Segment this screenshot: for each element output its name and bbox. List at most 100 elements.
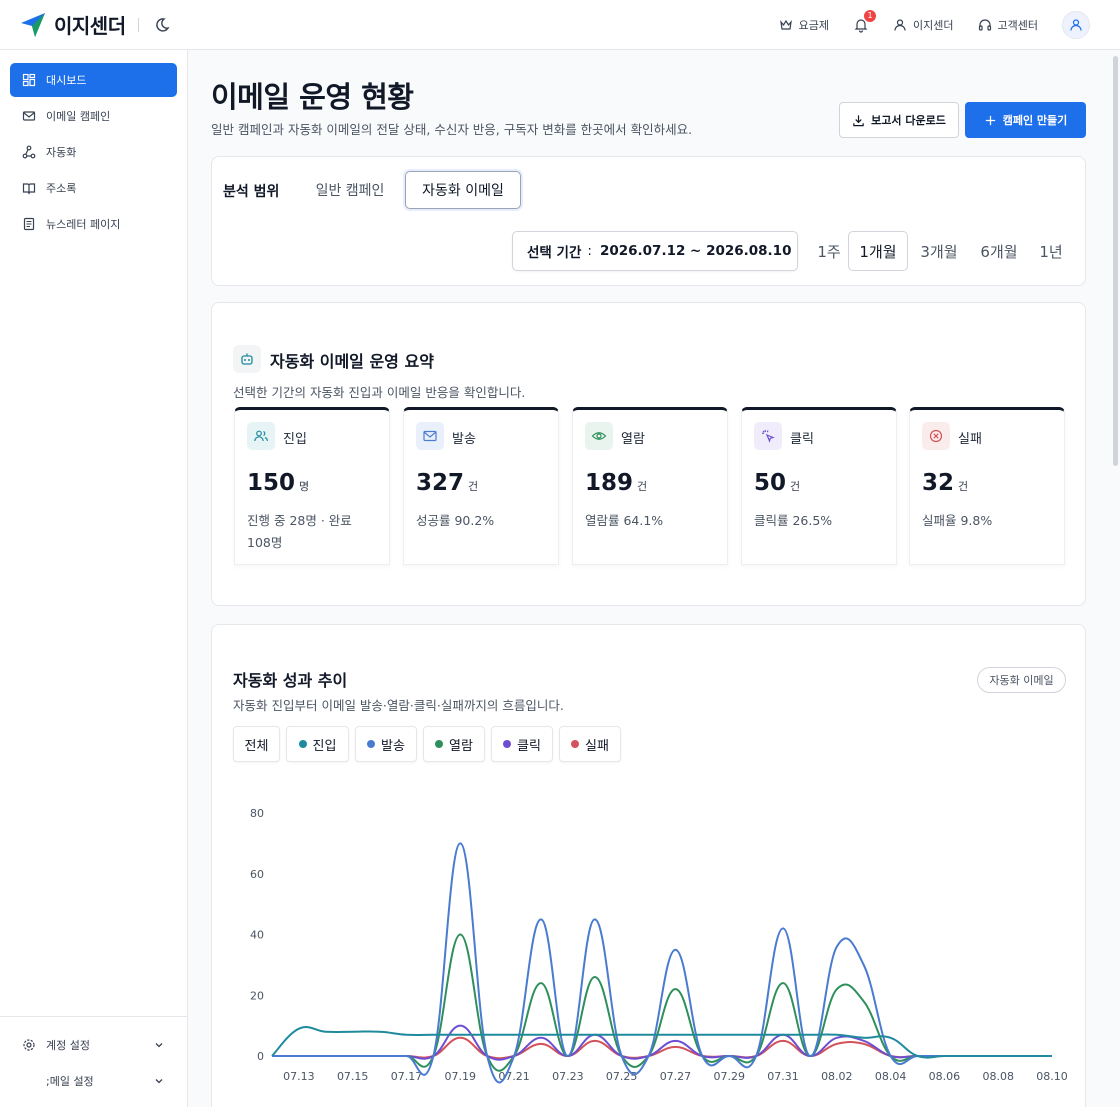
metric-unit: 건 — [468, 480, 479, 493]
divider — [137, 17, 139, 32]
support-link[interactable]: 고객센터 — [978, 17, 1038, 33]
analysis-scope-card: 분석 범위 일반 캠페인 자동화 이메일 선택 기간 : 2026.07.12 … — [211, 156, 1086, 286]
filter-clicked[interactable]: 클릭 — [491, 726, 553, 762]
metric-unit: 건 — [790, 480, 801, 493]
paper-plane-logo-icon — [21, 12, 45, 37]
filter-entry[interactable]: 진입 — [286, 726, 349, 762]
account-label: 이지센더 — [913, 18, 954, 32]
metric-label: 열람 — [621, 432, 645, 447]
trend-title: 자동화 성과 추이 — [233, 671, 348, 690]
legend-dot — [367, 740, 376, 748]
create-campaign-button[interactable]: 캠페인 만들기 — [965, 102, 1086, 138]
sidebar-item-account-settings[interactable]: 계정 설정 — [0, 1027, 187, 1063]
x-tick-label: 07.29 — [713, 1070, 745, 1083]
download-report-label: 보고서 다운로드 — [871, 114, 946, 127]
sidebar-item-address-book[interactable]: 주소록 — [10, 171, 177, 205]
cursor-click-icon — [754, 422, 782, 450]
metric-description: 클릭률 26.5% — [754, 513, 833, 528]
filter-label: 진입 — [312, 738, 337, 754]
filter-all[interactable]: 전체 — [233, 726, 280, 762]
sidebar-item-newsletter[interactable]: 뉴스레터 페이지 — [10, 207, 177, 241]
metric-description: 실패율 9.8% — [922, 513, 993, 528]
filter-label: 클릭 — [517, 738, 541, 754]
metric-number: 150 — [247, 470, 296, 496]
period-picker[interactable]: 선택 기간 : 2026.07.12 ~ 2026.08.10 — [512, 231, 798, 271]
metric-label: 발송 — [452, 432, 476, 447]
x-tick-label: 07.31 — [767, 1070, 799, 1083]
metric-card-opened: 열람 189 건 열람률 64.1% — [572, 407, 728, 565]
period-label: 선택 기간 — [527, 245, 582, 261]
range-6-months[interactable]: 6개월 — [974, 231, 1024, 271]
top-header: 이지센더 요금제 1 이지센더 고객센터 — [0, 0, 1120, 50]
summary-subtitle: 선택한 기간의 자동화 진입과 이메일 반응을 확인합니다. — [233, 385, 526, 400]
sidebar-item-label: 자동화 — [46, 146, 77, 159]
range-3-months[interactable]: 3개월 — [914, 231, 964, 271]
metric-number: 189 — [585, 470, 634, 496]
sidebar-item-email-campaign[interactable]: 이메일 캠페인 — [10, 99, 177, 133]
metric-number: 32 — [922, 470, 955, 496]
metric-label: 실패 — [958, 432, 982, 447]
y-tick-label: 0 — [257, 1050, 264, 1063]
page-title: 이메일 운영 현황 — [211, 80, 414, 114]
sidebar-item-automation[interactable]: 자동화 — [10, 135, 177, 169]
metric-label: 클릭 — [790, 432, 814, 447]
x-tick-label: 07.15 — [337, 1070, 369, 1083]
x-tick-label: 07.27 — [660, 1070, 692, 1083]
download-report-button[interactable]: 보고서 다운로드 — [839, 102, 959, 138]
page-subtitle: 일반 캠페인과 자동화 이메일의 전달 상태, 수신자 반응, 구독자 변화를 … — [211, 122, 693, 137]
metric-value: 50 건 — [754, 470, 800, 496]
sidebar-item-mail-settings[interactable]: ;메일 설정 — [0, 1063, 187, 1099]
page-scrollbar[interactable] — [1110, 50, 1120, 1107]
tab-automation-email[interactable]: 자동화 이메일 — [405, 171, 521, 209]
notification-badge: 1 — [864, 9, 877, 22]
scrollbar-thumb[interactable] — [1113, 56, 1118, 466]
brand-name: 이지센더 — [54, 14, 126, 38]
metric-card-failed: 실패 32 건 실패율 9.8% — [909, 407, 1065, 565]
x-tick-label: 07.17 — [391, 1070, 423, 1083]
account-link[interactable]: 이지센더 — [893, 17, 954, 33]
x-tick-label: 08.04 — [875, 1070, 907, 1083]
pricing-link[interactable]: 요금제 — [779, 17, 829, 33]
user-avatar-icon — [1070, 18, 1082, 31]
sidebar-item-label: 대시보드 — [46, 74, 87, 87]
brand-logo[interactable]: 이지센더 — [20, 10, 126, 39]
trend-line-chart: 02040608007.13 07.15 07.17 07.19 07.21 07.23 0… — [250, 807, 1068, 1084]
filter-failed[interactable]: 실패 — [559, 726, 621, 762]
range-1-year[interactable]: 1년 — [1034, 231, 1068, 271]
chevron-down-icon — [155, 1043, 163, 1048]
mail-icon — [416, 422, 444, 450]
sidebar-item-label: 뉴스레터 페이지 — [46, 218, 121, 231]
pricing-label: 요금제 — [798, 18, 830, 32]
notification-button[interactable]: 1 — [853, 9, 877, 33]
create-campaign-label: 캠페인 만들기 — [1002, 114, 1068, 127]
legend-dot — [571, 740, 580, 748]
metric-value: 32 건 — [922, 470, 968, 496]
sidebar-item-label: ;메일 설정 — [46, 1075, 94, 1088]
tab-general-campaign[interactable]: 일반 캠페인 — [306, 171, 394, 209]
avatar[interactable] — [1062, 10, 1090, 39]
filter-opened[interactable]: 열람 — [423, 726, 485, 762]
moon-icon[interactable] — [153, 16, 171, 34]
support-label: 고객센터 — [997, 18, 1038, 32]
period-colon: : — [587, 243, 592, 259]
range-1-month[interactable]: 1개월 — [848, 231, 908, 271]
metric-number: 327 — [416, 470, 465, 496]
y-tick-label: 40 — [250, 929, 264, 942]
robot-icon — [233, 345, 261, 373]
x-tick-label: 08.06 — [929, 1070, 961, 1083]
sidebar-item-label: 이메일 캠페인 — [46, 110, 111, 123]
legend-dot — [298, 740, 307, 748]
metric-card-entry: 진입 150 명 진행 중 28명 · 완료 108명 — [234, 407, 390, 565]
metric-unit: 명 — [299, 480, 310, 493]
sidebar-item-dashboard[interactable]: 대시보드 — [10, 63, 177, 97]
book-icon — [22, 183, 36, 195]
dashboard-icon — [22, 73, 36, 87]
trend-subtitle: 자동화 진입부터 이메일 발송·열람·클릭·실패까지의 흐름입니다. — [233, 698, 564, 713]
filter-sent[interactable]: 발송 — [355, 726, 417, 762]
range-1-week[interactable]: 1주 — [812, 231, 846, 271]
metric-value: 189 건 — [585, 470, 647, 496]
x-tick-label: 07.25 — [606, 1070, 638, 1083]
download-icon — [853, 114, 864, 126]
metric-description: 성공률 90.2% — [416, 513, 495, 528]
filter-label: 전체 — [244, 738, 269, 754]
